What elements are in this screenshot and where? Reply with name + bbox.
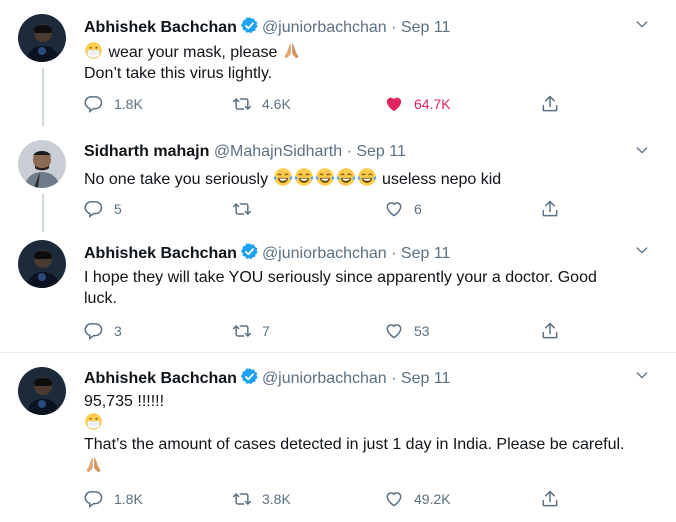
author-handle[interactable]: @juniorbachchan · Sep 11 [262, 245, 451, 262]
retweet-button[interactable]: 7 [232, 321, 282, 341]
verified-icon [240, 242, 259, 261]
share-icon [540, 321, 560, 341]
tweet-text: No one take you seriously useless nepo k… [84, 167, 654, 190]
reply-button[interactable]: 3 [84, 321, 134, 341]
verified-icon [240, 367, 259, 386]
tweet[interactable]: Abhishek Bachchan @juniorbachchan · Sep 1… [0, 353, 676, 522]
joy-emoji-icon [336, 167, 356, 187]
share-button[interactable] [540, 199, 570, 219]
tweet-line: I hope they will take YOU seriously sinc… [84, 269, 597, 286]
reply-icon [84, 94, 104, 114]
avatar[interactable] [18, 367, 66, 415]
retweet-icon [232, 199, 252, 219]
tweet[interactable]: Abhishek Bachchan @juniorbachchan · Sep 1… [0, 232, 676, 352]
like-count: 64.7K [414, 96, 451, 112]
author-handle[interactable]: @juniorbachchan · Sep 11 [262, 370, 451, 387]
reply-icon [84, 199, 104, 219]
like-button[interactable]: 64.7K [384, 94, 451, 114]
joy-emoji-icon [294, 167, 314, 187]
avatar[interactable] [18, 240, 66, 288]
caret-icon[interactable] [634, 242, 650, 258]
tweet-text: I hope they will take YOU seriously sinc… [84, 267, 654, 309]
tweet-line: Don’t take this virus lightly. [84, 65, 273, 82]
tweet-actions: 1.8K 3.8K 49.2K [84, 489, 564, 509]
tweet-line: luck. [84, 290, 117, 307]
reply-count: 5 [114, 201, 122, 217]
share-icon [540, 489, 560, 509]
tweet[interactable]: Sidharth mahajn @MahajnSidharth · Sep 11… [0, 126, 676, 232]
retweet-button[interactable] [232, 199, 282, 219]
mask-emoji-icon [84, 41, 103, 60]
like-icon [384, 321, 404, 341]
tweet-text: wear your mask, please Don’t take this v… [84, 41, 654, 84]
like-button[interactable]: 6 [384, 199, 434, 219]
author-name[interactable]: Abhishek Bachchan [84, 370, 237, 387]
retweet-button[interactable]: 4.6K [232, 94, 291, 114]
reply-button[interactable]: 1.8K [84, 94, 143, 114]
tweet-line: useless nepo kid [382, 171, 502, 188]
tweet-actions: 5 6 [84, 199, 564, 219]
like-count: 53 [414, 323, 430, 339]
joy-emoji-icon [315, 167, 335, 187]
share-button[interactable] [540, 489, 570, 509]
retweet-count: 4.6K [262, 96, 291, 112]
author-name[interactable]: Sidharth mahajn [84, 143, 209, 160]
tweet-header: Abhishek Bachchan @juniorbachchan · Sep 1… [84, 367, 450, 389]
avatar[interactable] [18, 140, 66, 188]
like-icon [384, 199, 404, 219]
like-icon [384, 489, 404, 509]
tweet-header: Abhishek Bachchan @juniorbachchan · Sep 1… [84, 16, 450, 38]
retweet-count: 7 [262, 323, 270, 339]
tweet-text: 95,735 !!!!!! That’s the amount of cases… [84, 391, 654, 477]
retweet-icon [232, 94, 252, 114]
tweet-line: 95,735 !!!!!! [84, 393, 165, 410]
like-count: 49.2K [414, 491, 451, 507]
tweet-line: That’s the amount of cases detected in j… [84, 436, 625, 453]
joy-emoji-icon [273, 167, 293, 187]
caret-icon[interactable] [634, 367, 650, 383]
like-button[interactable]: 53 [384, 321, 434, 341]
retweet-icon [232, 321, 252, 341]
reply-button[interactable]: 1.8K [84, 489, 143, 509]
caret-icon[interactable] [634, 142, 650, 158]
reply-count: 3 [114, 323, 122, 339]
tweet-header: Sidharth mahajn @MahajnSidharth · Sep 11 [84, 142, 406, 162]
caret-icon[interactable] [634, 16, 650, 32]
reply-button[interactable]: 5 [84, 199, 134, 219]
tweet-line: No one take you seriously [84, 171, 269, 188]
like-icon [384, 94, 404, 114]
like-count: 6 [414, 201, 422, 217]
folded-hands-emoji-icon [282, 41, 301, 60]
retweet-icon [232, 489, 252, 509]
share-icon [540, 94, 560, 114]
author-name[interactable]: Abhishek Bachchan [84, 19, 237, 36]
verified-icon [240, 16, 259, 35]
like-button[interactable]: 49.2K [384, 489, 451, 509]
tweet-header: Abhishek Bachchan @juniorbachchan · Sep 1… [84, 242, 450, 264]
avatar[interactable] [18, 14, 66, 62]
share-button[interactable] [540, 94, 570, 114]
share-icon [540, 199, 560, 219]
tweet-line: wear your mask, please [108, 44, 278, 61]
retweet-button[interactable]: 3.8K [232, 489, 291, 509]
joy-emoji-icon [357, 167, 377, 187]
tweet-actions: 1.8K 4.6K 64.7K [84, 94, 564, 114]
author-name[interactable]: Abhishek Bachchan [84, 245, 237, 262]
reply-count: 1.8K [114, 491, 143, 507]
author-handle[interactable]: @MahajnSidharth · Sep 11 [214, 143, 406, 160]
tweet-actions: 3 7 53 [84, 321, 564, 341]
reply-count: 1.8K [114, 96, 143, 112]
author-handle[interactable]: @juniorbachchan · Sep 11 [262, 19, 451, 36]
mask-emoji-icon [84, 412, 103, 431]
tweet[interactable]: Abhishek Bachchan @juniorbachchan · Sep 1… [0, 0, 676, 126]
retweet-count: 3.8K [262, 491, 291, 507]
reply-icon [84, 321, 104, 341]
folded-hands-emoji-icon [84, 455, 103, 474]
reply-icon [84, 489, 104, 509]
share-button[interactable] [540, 321, 570, 341]
